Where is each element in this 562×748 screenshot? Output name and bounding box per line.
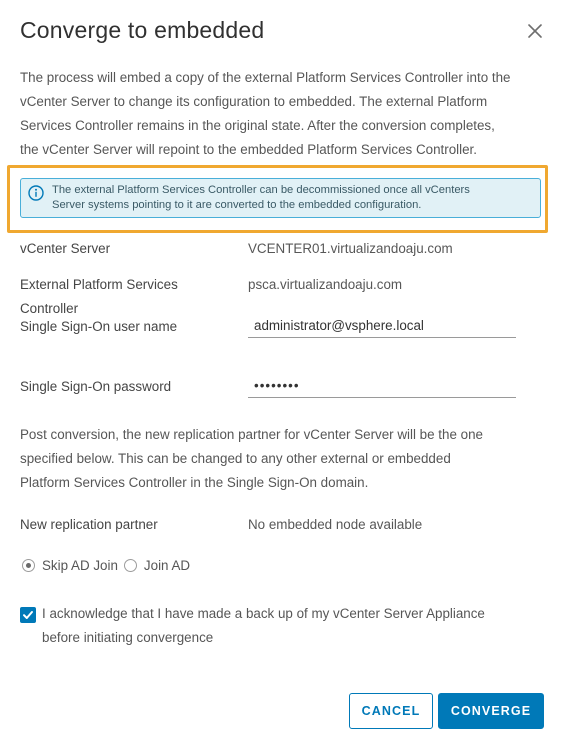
close-icon[interactable] bbox=[524, 20, 546, 42]
replication-partner-label: New replication partner bbox=[20, 517, 158, 532]
dialog-title: Converge to embedded bbox=[20, 17, 265, 43]
skip-ad-join-label[interactable]: Skip AD Join bbox=[42, 558, 118, 573]
sso-user-label: Single Sign-On user name bbox=[20, 319, 178, 334]
acknowledge-checkbox[interactable] bbox=[20, 607, 36, 623]
info-circle-icon bbox=[28, 185, 44, 201]
acknowledge-text[interactable]: I acknowledge that I have made a back up… bbox=[42, 602, 532, 650]
vcenter-server-label: vCenter Server bbox=[20, 241, 111, 256]
post-line: Platform Services Controller in the Sing… bbox=[20, 475, 369, 490]
vcenter-server-value: VCENTER01.virtualizandoaju.com bbox=[248, 241, 453, 256]
psc-label-line2: Controller bbox=[20, 301, 79, 316]
psc-value: psca.virtualizandoaju.com bbox=[248, 277, 403, 292]
post-line: Post conversion, the new replication par… bbox=[20, 427, 483, 442]
replication-partner-value: No embedded node available bbox=[248, 517, 423, 532]
post-conversion-text: Post conversion, the new replication par… bbox=[20, 423, 545, 495]
alert-line: Server systems pointing to it are conver… bbox=[52, 199, 422, 211]
intro-line: vCenter Server to change its configurati… bbox=[20, 94, 488, 109]
ack-line: I acknowledge that I have made a back up… bbox=[42, 606, 485, 621]
intro-line: The process will embed a copy of the ext… bbox=[20, 70, 511, 85]
join-ad-label[interactable]: Join AD bbox=[144, 558, 190, 573]
converge-button[interactable]: CONVERGE bbox=[438, 693, 544, 729]
intro-line: Services Controller remains in the origi… bbox=[20, 118, 495, 133]
ad-join-options: Skip AD Join Join AD bbox=[22, 556, 196, 574]
join-ad-radio[interactable] bbox=[123, 558, 137, 572]
ack-line: before initiating convergence bbox=[42, 630, 214, 645]
post-line: specified below. This can be changed to … bbox=[20, 451, 451, 466]
skip-ad-join-radio[interactable] bbox=[22, 558, 35, 572]
sso-password-input[interactable] bbox=[248, 374, 516, 398]
sso-password-label: Single Sign-On password bbox=[20, 379, 172, 394]
alert-text: The external Platform Services Controlle… bbox=[52, 183, 532, 213]
alert-line: The external Platform Services Controlle… bbox=[52, 184, 470, 196]
psc-label-line1: External Platform Services bbox=[20, 277, 178, 292]
cancel-button[interactable]: CANCEL bbox=[349, 693, 433, 729]
intro-line: the vCenter Server will repoint to the e… bbox=[20, 142, 477, 157]
intro-text: The process will embed a copy of the ext… bbox=[20, 66, 545, 162]
sso-user-input[interactable] bbox=[248, 314, 516, 338]
info-alert: The external Platform Services Controlle… bbox=[20, 178, 541, 218]
checkmark-icon bbox=[23, 611, 33, 619]
converge-dialog: Converge to embedded The process will em… bbox=[0, 0, 562, 748]
